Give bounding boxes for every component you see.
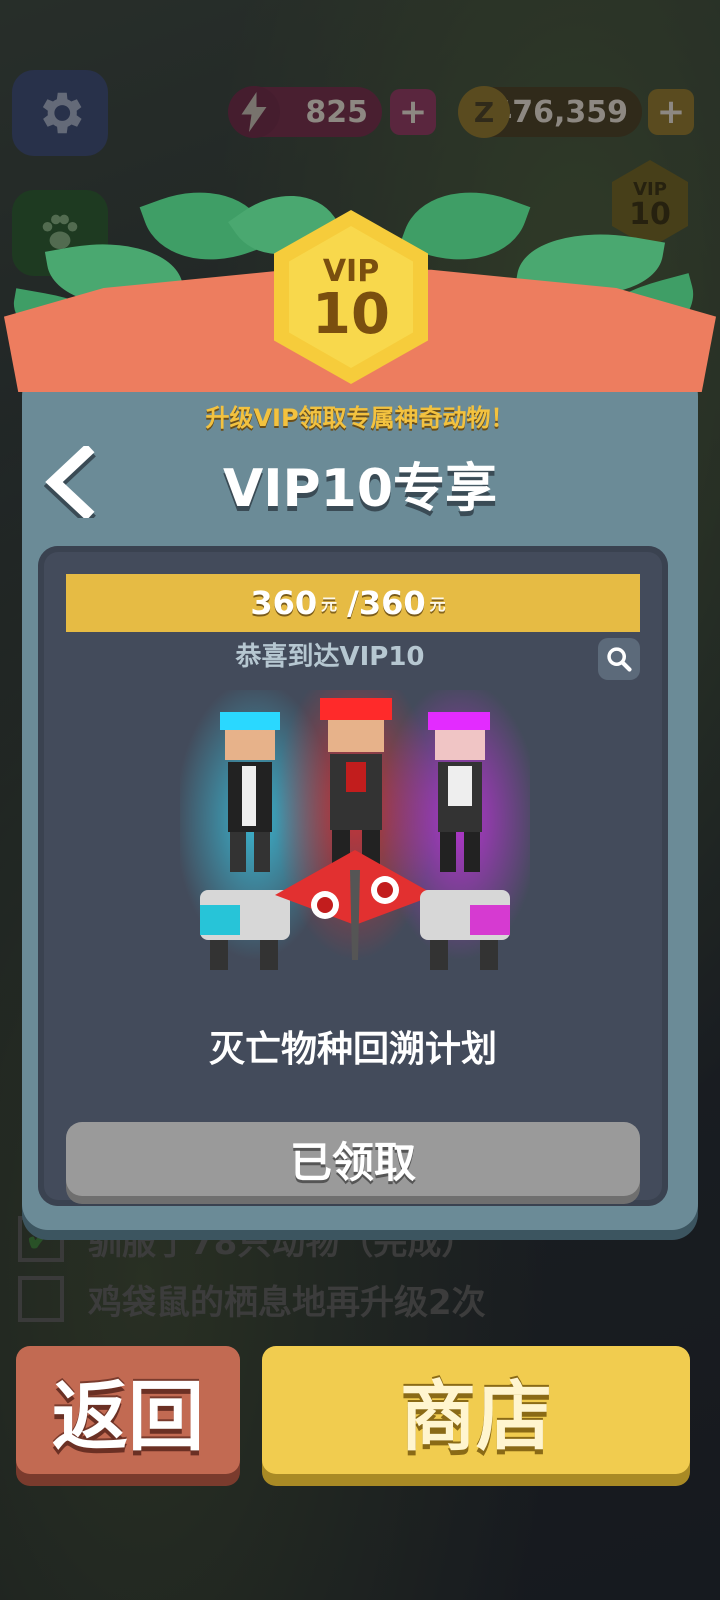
progress-total: /360 — [347, 584, 426, 622]
reward-pets-illustration — [180, 690, 530, 970]
reward-name: 灭亡物种回溯计划 — [208, 1029, 497, 1070]
magnifier-icon — [607, 647, 632, 672]
panel-title: VIP10专享 — [222, 459, 498, 519]
currency-unit: 元 — [321, 595, 338, 614]
shop-button[interactable]: 商店 — [262, 1346, 690, 1474]
vip-status-text: 恭喜到达VIP10 — [235, 642, 425, 672]
vip-progress-bar: 360 元 /360 元 — [66, 574, 640, 632]
currency-unit: 元 — [429, 595, 446, 614]
progress-current: 360 — [250, 584, 318, 622]
panel-subtitle: 升级VIP领取专属神奇动物！ — [205, 404, 515, 432]
vip-level: 10 — [312, 281, 390, 347]
preview-button[interactable] — [598, 638, 640, 680]
claimed-button[interactable]: 已领取 — [66, 1122, 640, 1196]
back-button[interactable]: 返回 — [16, 1346, 240, 1474]
